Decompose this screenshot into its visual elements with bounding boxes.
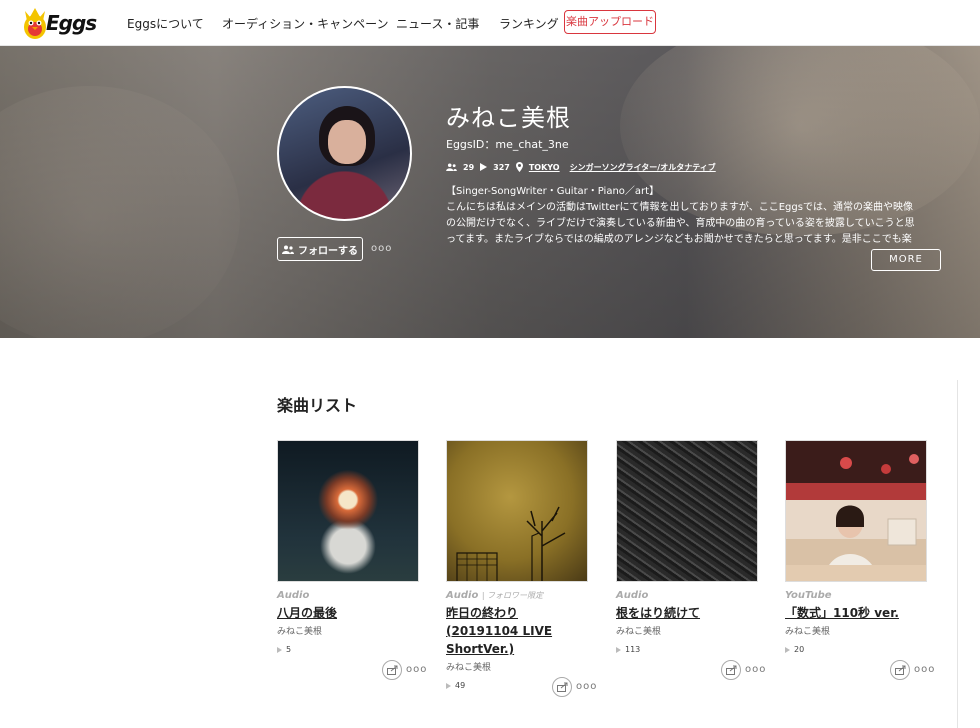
song-title[interactable]: 八月の最後 [277, 604, 419, 622]
song-title[interactable]: 昨日の終わり(20191104 LIVE ShortVer.) [446, 604, 588, 658]
eggs-id: EggsID：me_chat_3ne [446, 138, 569, 151]
nav-audition[interactable]: オーディション・キャンペーン [222, 15, 389, 32]
play-count: 113 [625, 645, 641, 654]
nav-about[interactable]: Eggsについて [127, 15, 204, 32]
site-header: Eggs Eggsについて オーディション・キャンペーン ニュース・記事 ランキ… [0, 0, 980, 46]
song-artist[interactable]: みねこ美根 [785, 624, 927, 637]
artist-bio: 【Singer-SongWriter・Guitar・Piano／art】 こんに… [446, 184, 941, 248]
song-type: Audio | フォロワー限定 [446, 590, 588, 601]
bio-more-button[interactable]: MORE [871, 249, 941, 271]
song-more-options[interactable]: ooo [745, 664, 766, 675]
nav-news[interactable]: ニュース・記事 [396, 15, 479, 32]
profile-hero: フォローする ooo みねこ美根 EggsID：me_chat_3ne 29 3… [0, 46, 980, 338]
play-icon [785, 646, 790, 653]
song-type: Audio [277, 590, 419, 601]
song-type-label: Audio [277, 590, 310, 601]
plays-count: 327 [493, 162, 510, 172]
song-artist[interactable]: みねこ美根 [446, 660, 588, 673]
avatar-face [328, 120, 366, 164]
profile-more-options[interactable]: ooo [371, 243, 392, 254]
eggs-logo[interactable]: Eggs [20, 3, 97, 41]
follow-button[interactable]: フォローする [277, 237, 363, 261]
logo-text: Eggs [46, 11, 97, 35]
song-list-title: 楽曲リスト [277, 396, 358, 415]
nav-ranking[interactable]: ランキング [499, 15, 559, 32]
location-pin-icon [515, 162, 523, 172]
song-title[interactable]: 根をはり続けて [616, 604, 758, 622]
genre-link[interactable]: シンガーソングライター/オルタナティブ [570, 162, 716, 173]
play-count: 49 [455, 681, 466, 690]
song-plays: 113 [616, 645, 758, 654]
song-title[interactable]: 「数式」110秒 ver. [785, 604, 927, 622]
share-button[interactable] [721, 660, 741, 680]
artist-name: みねこ美根 [446, 104, 571, 132]
follower-only-note: | フォロワー限定 [481, 591, 544, 600]
play-count: 5 [286, 645, 292, 654]
song-thumbnail[interactable] [785, 440, 927, 582]
share-icon [894, 665, 905, 675]
followers-icon [446, 163, 457, 171]
bio-line: ってます。またライブならではの編成のアレンジなどもお聞かせできたらと思ってます。… [446, 234, 912, 245]
play-count: 20 [794, 645, 805, 654]
share-icon [386, 665, 397, 675]
song-thumbnail[interactable] [277, 440, 419, 582]
song-plays: 5 [277, 645, 419, 654]
divider [957, 380, 958, 728]
song-type-label: YouTube [785, 590, 832, 601]
bio-line: の公開だけでなく、ライブだけで演奏している新曲や、育成中の曲の育っている姿を披露… [446, 218, 915, 229]
upload-song-button[interactable]: 楽曲アップロード [564, 10, 656, 34]
users-icon [282, 245, 294, 254]
play-icon [446, 682, 451, 689]
song-card: Audio | フォロワー限定 昨日の終わり(20191104 LIVE Sho… [446, 440, 588, 690]
share-button[interactable] [552, 677, 572, 697]
play-icon [616, 646, 621, 653]
bio-line: 【Singer-SongWriter・Guitar・Piano／art】 [446, 186, 660, 197]
song-thumbnail[interactable] [446, 440, 588, 582]
song-more-options[interactable]: ooo [914, 664, 935, 675]
song-more-options[interactable]: ooo [406, 664, 427, 675]
song-artist[interactable]: みねこ美根 [277, 624, 419, 637]
song-card: Audio 根をはり続けて みねこ美根 113 [616, 440, 758, 654]
profile-stats: 29 327 TOKYO シンガーソングライター/オルタナティブ [446, 160, 716, 174]
share-button[interactable] [890, 660, 910, 680]
song-card: YouTube 「数式」110秒 ver. みねこ美根 20 [785, 440, 927, 654]
song-card: Audio 八月の最後 みねこ美根 5 [277, 440, 419, 654]
song-thumbnail[interactable] [616, 440, 758, 582]
share-button[interactable] [382, 660, 402, 680]
song-type-label: Audio [616, 590, 649, 601]
play-icon [277, 646, 282, 653]
share-icon [556, 682, 567, 692]
song-type-label: Audio [446, 590, 479, 601]
followers-count: 29 [463, 162, 475, 172]
thumbnail-art [456, 506, 566, 581]
play-icon [480, 163, 488, 171]
follow-label: フォローする [298, 245, 358, 257]
thumbnail-art [786, 454, 926, 581]
song-more-options[interactable]: ooo [576, 681, 597, 692]
song-plays: 20 [785, 645, 927, 654]
song-type: YouTube [785, 590, 927, 601]
artist-avatar [277, 86, 412, 221]
location-link[interactable]: TOKYO [529, 163, 560, 172]
bio-line: こんにちは私はメインの活動はTwitterにて情報を出しておりますが、ここEgg… [446, 202, 913, 213]
share-icon [725, 665, 736, 675]
song-type: Audio [616, 590, 758, 601]
song-artist[interactable]: みねこ美根 [616, 624, 758, 637]
